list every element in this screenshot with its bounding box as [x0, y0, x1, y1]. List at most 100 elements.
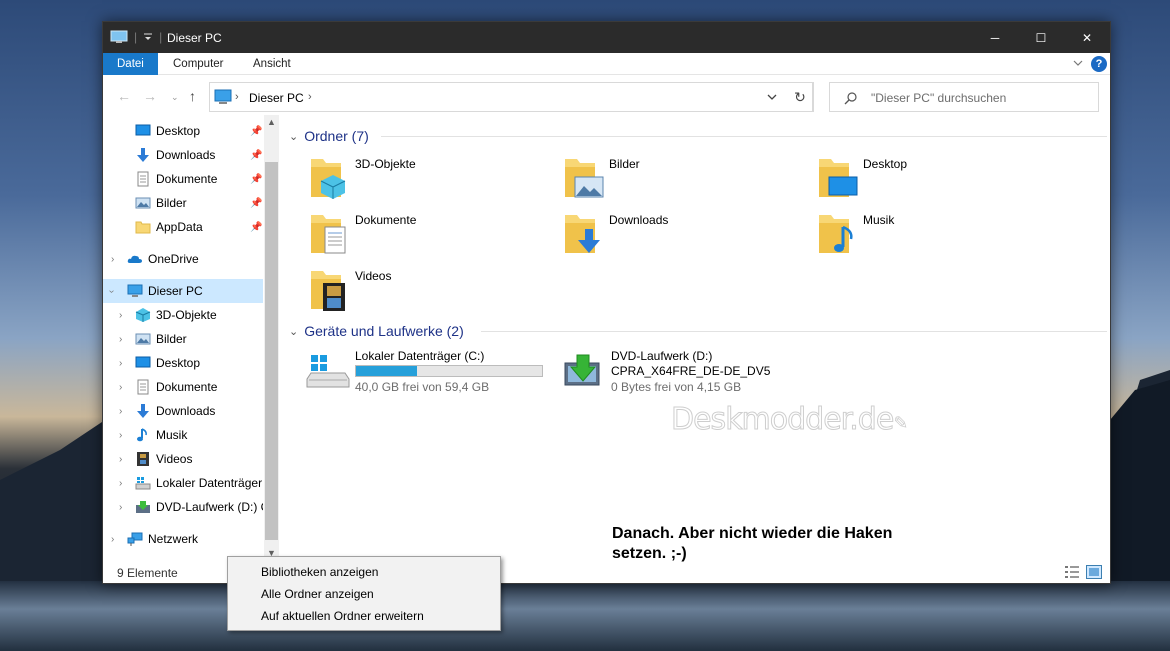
expand-chevron-icon[interactable]: ›: [119, 502, 122, 513]
drive-dvd-d[interactable]: DVD-Laufwerk (D:) CPRA_X64FRE_DE-DE_DV5 …: [561, 349, 801, 399]
tab-ansicht[interactable]: Ansicht: [239, 53, 305, 75]
close-button[interactable]: ✕: [1064, 22, 1110, 53]
title-bar[interactable]: | | Dieser PC ─ ☐ ✕: [103, 22, 1110, 53]
drive-usage-fill: [356, 366, 418, 376]
pin-icon[interactable]: 📌: [250, 126, 262, 137]
sidebar-item-label: Dokumente: [156, 172, 218, 186]
scrollbar-thumb[interactable]: [265, 162, 278, 540]
sidebar-item-label: Lokaler Datenträger: [156, 476, 263, 490]
sidebar-item-pictures[interactable]: › Bilder: [103, 327, 263, 351]
search-input[interactable]: "Dieser PC" durchsuchen: [829, 82, 1099, 112]
expand-ribbon-icon[interactable]: [1072, 57, 1084, 69]
folder-pictures[interactable]: Bilder: [563, 153, 803, 205]
folder-music[interactable]: Musik: [817, 209, 1057, 261]
expand-chevron-icon[interactable]: ›: [119, 478, 122, 489]
refresh-button[interactable]: ↻: [787, 82, 814, 112]
help-button[interactable]: ?: [1091, 56, 1107, 72]
pin-icon[interactable]: 📌: [250, 174, 262, 185]
pin-icon[interactable]: 📌: [250, 198, 262, 209]
expand-chevron-icon[interactable]: ›: [119, 406, 122, 417]
documents-folder-icon: [311, 215, 346, 254]
desktop-icon: [135, 124, 151, 136]
folder-label: Dokumente: [355, 213, 417, 227]
tab-datei[interactable]: Datei: [103, 53, 158, 75]
folders-group-header[interactable]: ⌄ Ordner (7): [289, 127, 1107, 145]
folder-downloads[interactable]: Downloads: [563, 209, 803, 261]
sidebar-item-documents[interactable]: › Dokumente: [103, 375, 263, 399]
sidebar-item-documents-quick[interactable]: Dokumente 📌: [103, 167, 263, 191]
sidebar-item-label: Bilder: [156, 332, 187, 346]
computer-icon[interactable]: [110, 30, 128, 44]
breadcrumb-this-pc[interactable]: Dieser PC: [249, 91, 304, 105]
folder-label: Desktop: [863, 157, 908, 171]
breadcrumb-separator-icon[interactable]: ›: [235, 91, 239, 103]
expand-chevron-icon[interactable]: ›: [111, 254, 114, 265]
sidebar-item-music[interactable]: › Musik: [103, 423, 263, 447]
address-bar[interactable]: › Dieser PC ›: [209, 82, 813, 112]
minimize-button[interactable]: ─: [972, 22, 1018, 53]
breadcrumb-separator-icon[interactable]: ›: [308, 91, 312, 103]
sidebar-item-label: AppData: [156, 220, 203, 234]
address-history-chevron-icon[interactable]: [766, 91, 778, 103]
back-arrow-icon[interactable]: ←: [117, 88, 131, 104]
sidebar-item-desktop[interactable]: › Desktop: [103, 351, 263, 375]
collapse-chevron-icon[interactable]: ›: [106, 289, 117, 292]
folder-label: Bilder: [609, 157, 640, 171]
search-placeholder: "Dieser PC" durchsuchen: [871, 91, 1007, 105]
large-icons-view-icon[interactable]: [1086, 565, 1102, 579]
recent-locations-icon[interactable]: ⌄: [171, 92, 179, 103]
dvd-icon: [136, 501, 150, 513]
maximize-button[interactable]: ☐: [1018, 22, 1064, 53]
expand-chevron-icon[interactable]: ›: [119, 382, 122, 393]
up-arrow-icon[interactable]: ↑: [189, 88, 196, 104]
menu-item-show-libraries[interactable]: Bibliotheken anzeigen: [261, 565, 378, 579]
sidebar-item-downloads[interactable]: › Downloads: [103, 399, 263, 423]
sidebar-item-videos[interactable]: › Videos: [103, 447, 263, 471]
details-view-icon[interactable]: [1064, 565, 1080, 579]
expand-chevron-icon[interactable]: ›: [119, 430, 122, 441]
expand-chevron-icon[interactable]: ›: [119, 454, 122, 465]
expand-chevron-icon[interactable]: ›: [119, 334, 122, 345]
folder-videos[interactable]: Videos: [309, 265, 549, 317]
sidebar-item-this-pc[interactable]: › Dieser PC: [103, 279, 263, 303]
folder-desktop[interactable]: Desktop: [817, 153, 1057, 205]
download-icon: [137, 148, 149, 162]
folder-3d-objects[interactable]: 3D-Objekte: [309, 153, 549, 205]
menu-item-expand-to-open-folder[interactable]: Auf aktuellen Ordner erweitern: [261, 609, 424, 623]
pictures-icon: [135, 197, 151, 209]
sidebar-item-3d-objects[interactable]: › 3D-Objekte: [103, 303, 263, 327]
drive-free-space: 40,0 GB frei von 59,4 GB: [355, 380, 490, 394]
group-title: Ordner (7): [304, 128, 369, 144]
sidebar-item-onedrive[interactable]: › OneDrive: [103, 247, 263, 271]
expand-chevron-icon[interactable]: ›: [119, 310, 122, 321]
pin-icon[interactable]: 📌: [250, 150, 262, 161]
expand-chevron-icon[interactable]: ›: [119, 358, 122, 369]
expand-chevron-icon[interactable]: ›: [111, 534, 114, 545]
menu-item-show-all-folders[interactable]: Alle Ordner anzeigen: [261, 587, 374, 601]
sidebar-item-label: Netzwerk: [148, 532, 199, 546]
sidebar-item-network[interactable]: › Netzwerk: [103, 527, 263, 551]
forward-arrow-icon[interactable]: →: [143, 88, 157, 104]
content-pane: ⌄ Ordner (7) 3D-Objekte Bilder Desktop D…: [283, 115, 1110, 562]
sidebar-item-downloads-quick[interactable]: Downloads 📌: [103, 143, 263, 167]
tab-computer[interactable]: Computer: [159, 53, 238, 75]
edit-pencil-icon: ✎: [893, 413, 908, 434]
customize-toolbar-icon[interactable]: [143, 32, 153, 42]
sidebar-item-dvd-drive[interactable]: › DVD-Laufwerk (D:) C: [103, 495, 263, 519]
drives-group-header[interactable]: ⌄ Geräte und Laufwerke (2): [289, 322, 1107, 340]
folder-documents[interactable]: Dokumente: [309, 209, 549, 261]
drive-local-c[interactable]: Lokaler Datenträger (C:) 40,0 GB frei vo…: [305, 349, 545, 399]
sidebar-item-appdata[interactable]: AppData 📌: [103, 215, 263, 239]
collapse-chevron-icon[interactable]: ⌄: [289, 325, 298, 338]
sidebar-item-label: Desktop: [156, 124, 201, 138]
navigation-pane-scrollbar[interactable]: ▲ ▼: [264, 115, 279, 560]
collapse-chevron-icon[interactable]: ⌄: [289, 130, 298, 143]
scroll-up-icon[interactable]: ▲: [267, 117, 276, 127]
sidebar-item-label: Dieser PC: [148, 284, 203, 298]
pin-icon[interactable]: 📌: [250, 222, 262, 233]
drive-volume-label: CPRA_X64FRE_DE-DE_DV5: [611, 364, 771, 378]
sidebar-item-desktop-quick[interactable]: Desktop 📌: [103, 119, 263, 143]
sidebar-item-local-disk[interactable]: › Lokaler Datenträger: [103, 471, 263, 495]
sidebar-item-pictures-quick[interactable]: Bilder 📌: [103, 191, 263, 215]
group-divider: [481, 331, 1107, 332]
